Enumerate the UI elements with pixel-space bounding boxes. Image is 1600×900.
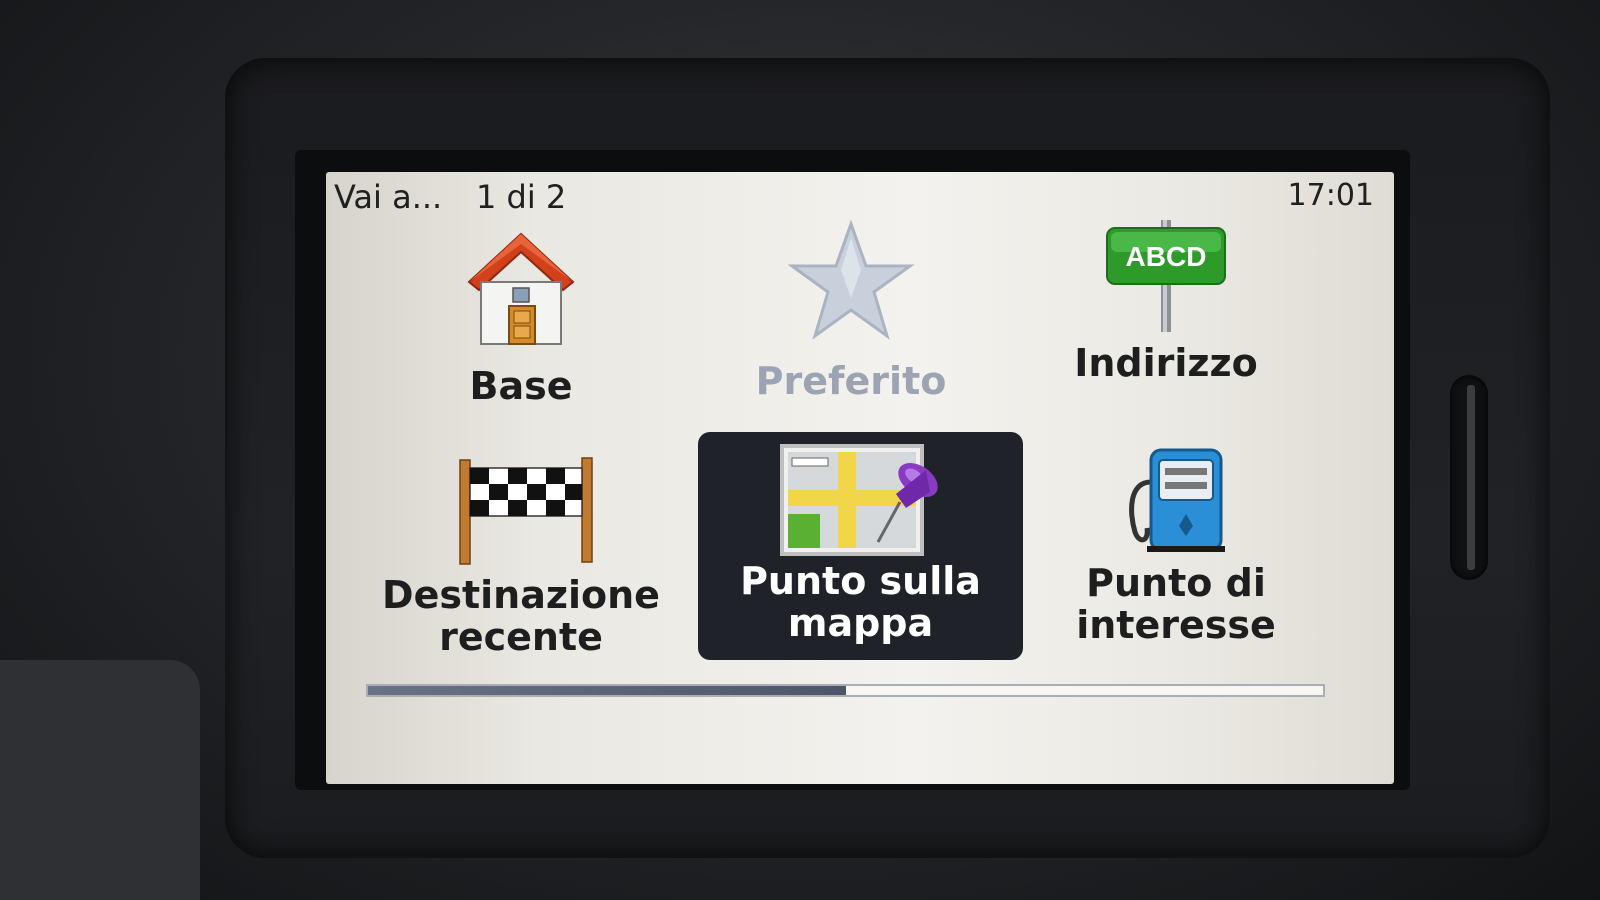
label-line-1: Punto sulla	[740, 559, 981, 603]
page-indicator: 1 di 2	[476, 178, 567, 216]
label-line-1: Punto di	[1086, 561, 1266, 605]
map-pin-icon	[780, 444, 938, 556]
screen-title: Vai a...	[334, 178, 443, 216]
menu-item-destinazione-recente[interactable]: Destinazione recente	[361, 444, 681, 669]
home-icon	[467, 232, 575, 345]
menu-item-label: Destinazione recente	[361, 574, 681, 658]
menu-item-preferito[interactable]: Preferito	[691, 220, 1011, 445]
menu-item-label: Base	[469, 364, 573, 408]
sign-text: ABCD	[1126, 241, 1207, 272]
clock: 17:01	[1287, 178, 1374, 213]
menu-item-label: Punto sulla mappa	[698, 560, 1023, 644]
fuel-pump-icon	[1129, 448, 1225, 552]
page-scrollbar-thumb[interactable]	[368, 686, 846, 695]
menu-item-punto-sulla-mappa[interactable]: Punto sulla mappa	[698, 432, 1023, 660]
dashboard-trim	[0, 660, 200, 900]
page-scrollbar[interactable]	[366, 684, 1325, 697]
menu-item-label: Indirizzo	[1074, 341, 1258, 385]
checkered-flag-icon	[459, 457, 593, 565]
menu-item-indirizzo[interactable]: ABCD Indirizzo	[1006, 220, 1326, 445]
label-line-2: interesse	[1076, 603, 1276, 647]
status-bar: Vai a... 1 di 2 17:01	[326, 172, 1394, 222]
menu-item-label: Punto di interesse	[1016, 562, 1336, 646]
street-sign-icon: ABCD	[1106, 220, 1226, 332]
label-line-1: Destinazione	[382, 573, 660, 617]
navigation-screen: Vai a... 1 di 2 17:01 Base Preferito ABC…	[326, 172, 1394, 784]
label-line-2: mappa	[787, 601, 934, 645]
sd-card	[1467, 385, 1475, 570]
menu-item-base[interactable]: Base	[361, 220, 681, 445]
menu-item-punto-di-interesse[interactable]: Punto di interesse	[1016, 434, 1336, 659]
label-line-2: recente	[439, 615, 603, 659]
star-icon	[787, 220, 915, 340]
menu-item-label: Preferito	[755, 359, 947, 403]
